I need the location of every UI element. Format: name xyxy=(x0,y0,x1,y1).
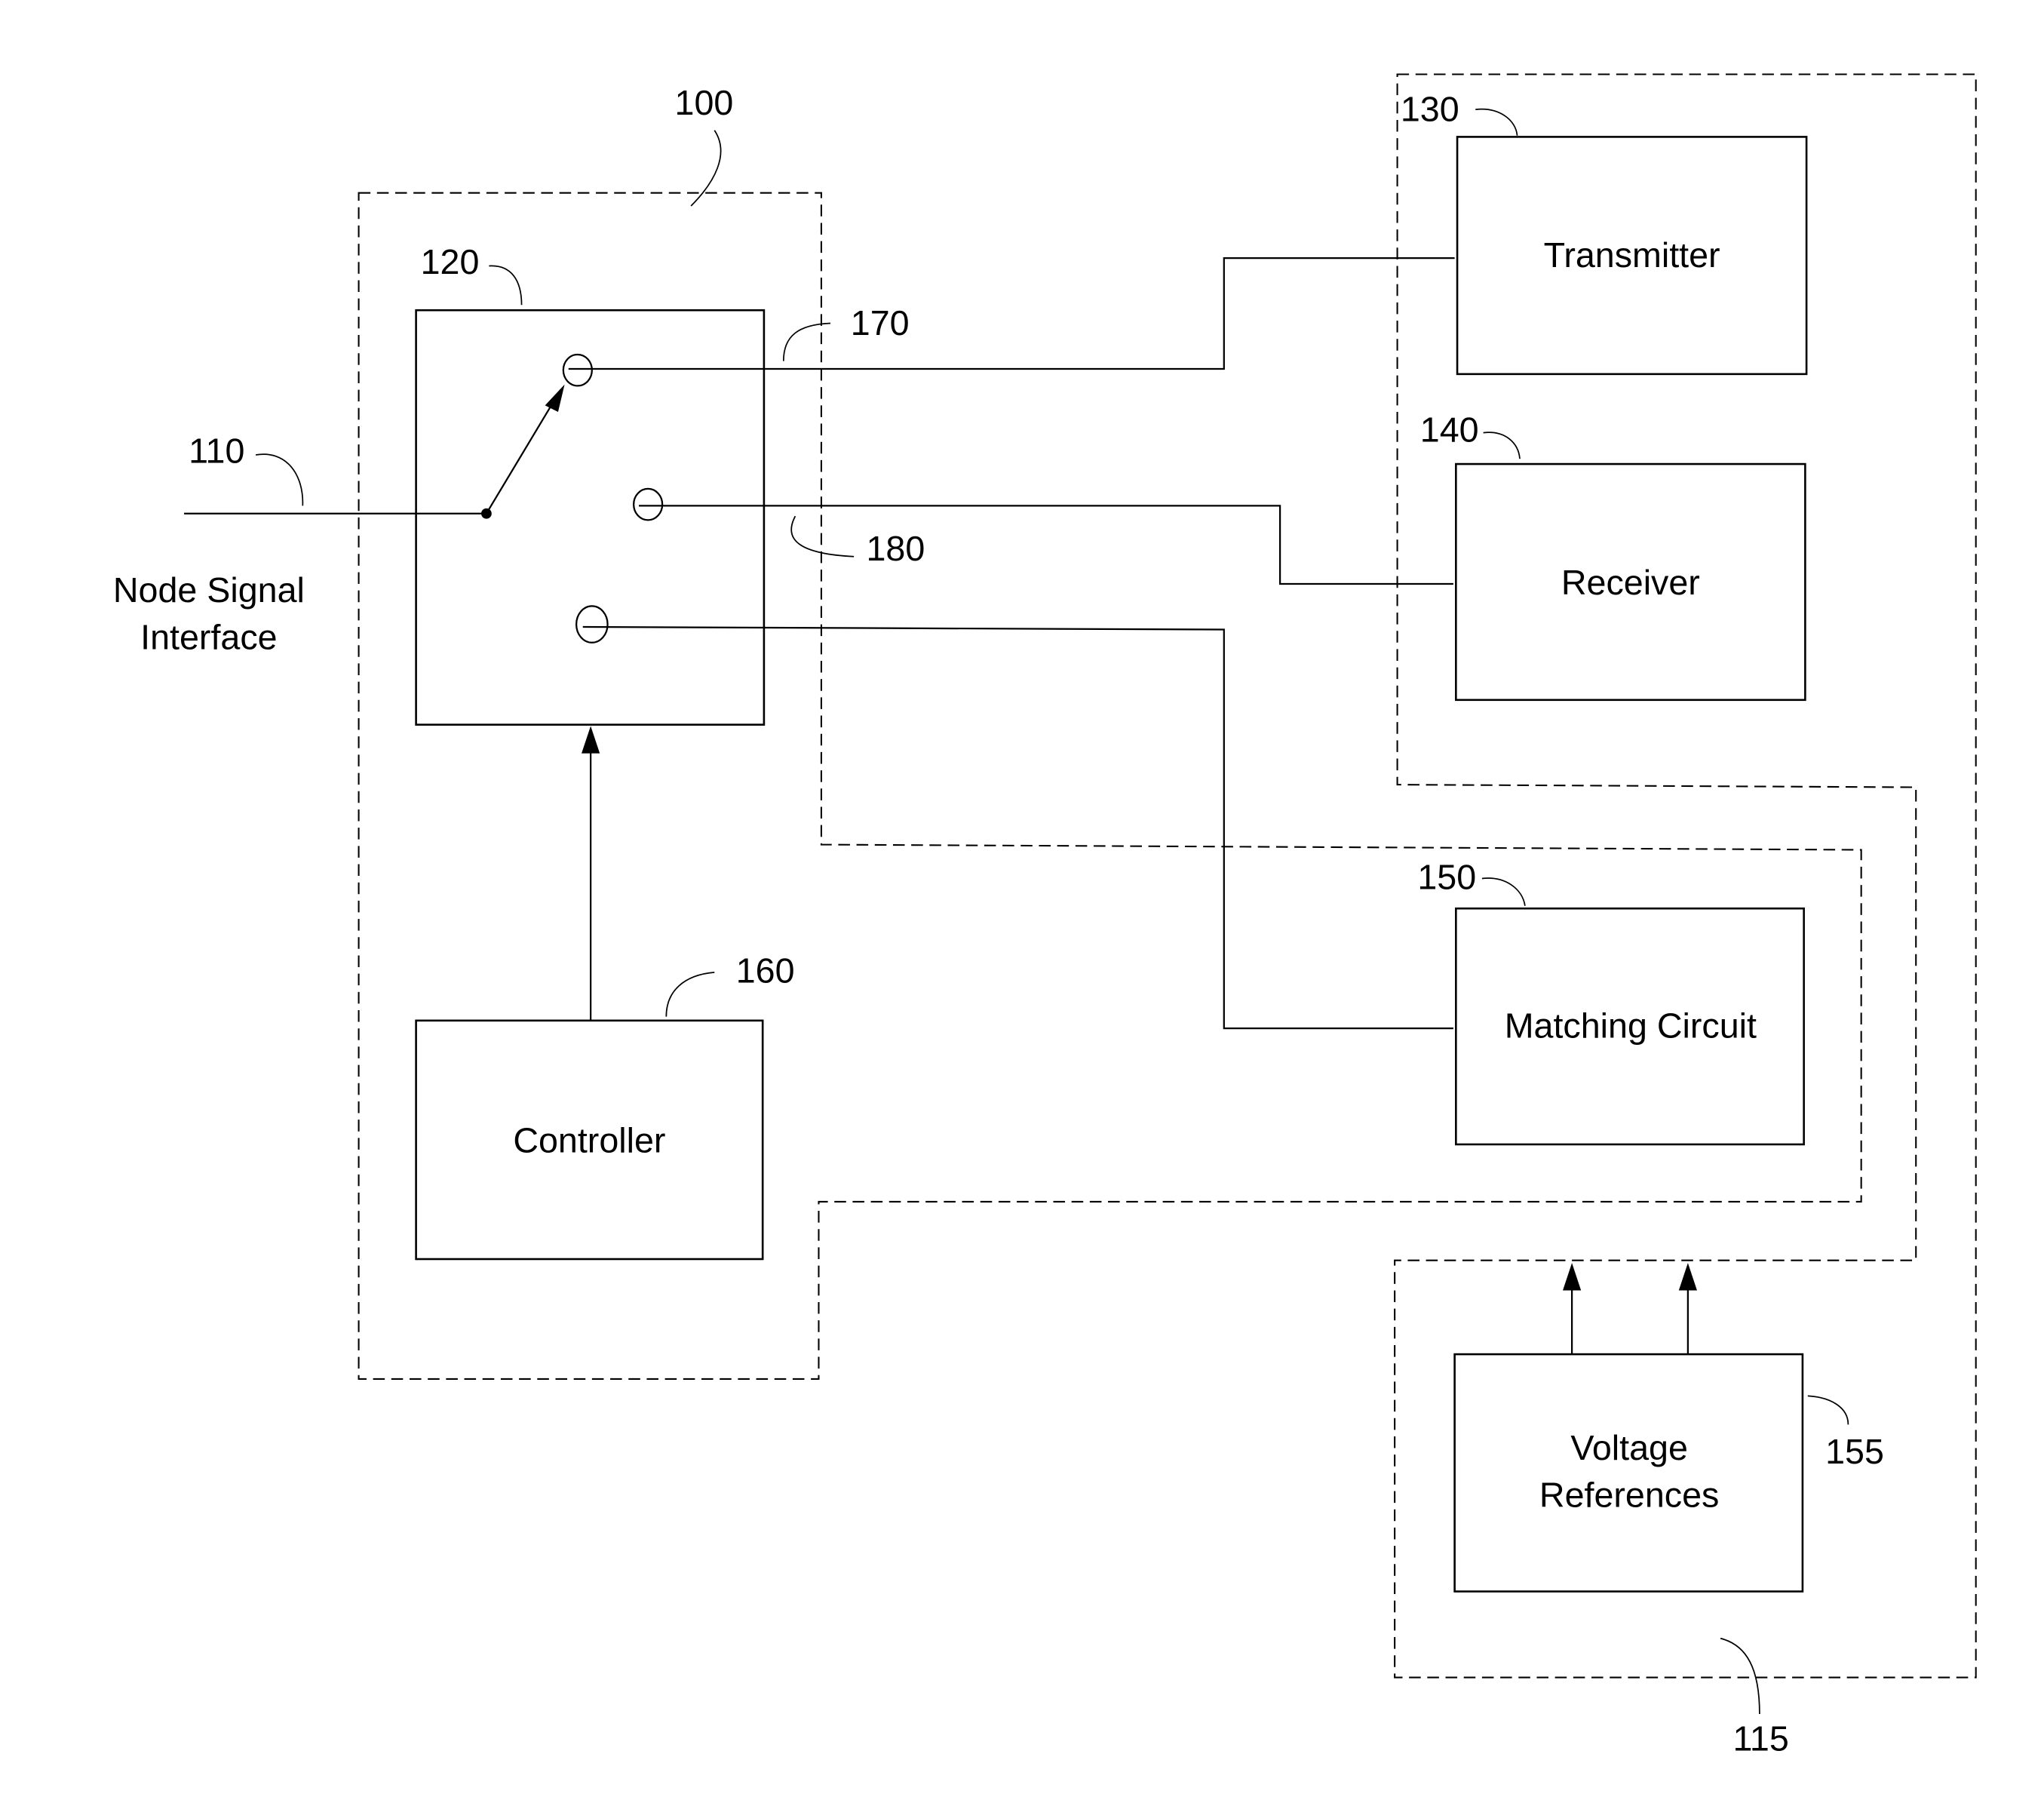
ref-110: 110 xyxy=(189,431,244,470)
leader-115 xyxy=(1720,1637,1760,1714)
leader-130 xyxy=(1475,108,1518,136)
voltage-references-label-line2: References xyxy=(1539,1475,1719,1514)
ref-160: 160 xyxy=(736,951,795,991)
voltage-references-label-line1: Voltage xyxy=(1570,1428,1688,1467)
leader-180 xyxy=(790,515,855,558)
ref-140: 140 xyxy=(1420,410,1479,450)
node-signal-interface-label-line2: Interface xyxy=(140,617,277,656)
switch-box xyxy=(415,309,766,726)
node-signal-interface-label-line1: Node Signal xyxy=(113,570,305,610)
leader-155 xyxy=(1807,1395,1849,1425)
matching-circuit-label: Matching Circuit xyxy=(1505,1006,1757,1045)
block-diagram: Transmitter Receiver Matching Circuit Co… xyxy=(113,73,1977,1758)
ref-170: 170 xyxy=(851,303,910,342)
leader-150 xyxy=(1481,877,1526,906)
ref-130: 130 xyxy=(1401,90,1459,129)
ref-120: 120 xyxy=(421,242,480,281)
voltage-references-block xyxy=(1453,1353,1804,1593)
leader-110 xyxy=(255,453,304,506)
ref-100: 100 xyxy=(675,83,734,122)
leader-140 xyxy=(1483,432,1521,459)
controller-label: Controller xyxy=(513,1120,665,1160)
voltage-ref-arrow-2-head xyxy=(1678,1263,1697,1291)
receiver-label: Receiver xyxy=(1561,563,1700,602)
controller-to-switch-arrowhead xyxy=(582,726,600,754)
ref-150: 150 xyxy=(1417,857,1476,896)
ref-155: 155 xyxy=(1825,1432,1884,1471)
leader-100 xyxy=(690,130,722,207)
leader-160 xyxy=(665,972,715,1017)
ref-115: 115 xyxy=(1732,1719,1788,1758)
leader-120 xyxy=(489,265,523,306)
ref-180: 180 xyxy=(867,529,925,568)
voltage-ref-arrow-1-head xyxy=(1563,1263,1582,1291)
transmitter-label: Transmitter xyxy=(1544,235,1720,275)
leader-170 xyxy=(782,322,831,361)
switch-pivot xyxy=(480,508,492,519)
